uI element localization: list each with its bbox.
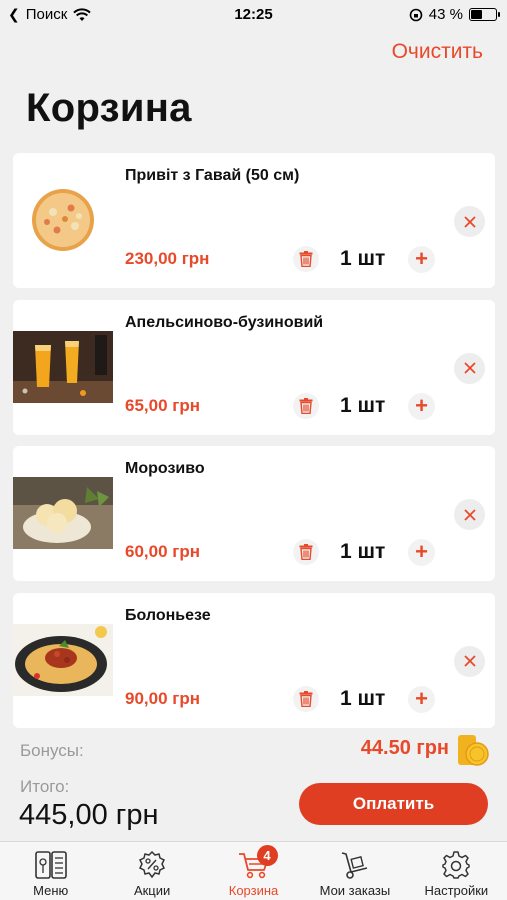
- tab-settings-label: Настройки: [424, 883, 489, 898]
- trash-button[interactable]: [293, 539, 319, 565]
- item-price: 60,00 грн: [125, 542, 200, 561]
- tab-cart-label: Корзина: [228, 883, 279, 898]
- plus-icon: +: [415, 685, 428, 711]
- trash-icon: [299, 544, 313, 560]
- item-quantity: 1 шт: [340, 686, 386, 710]
- item-name: Болоньезе: [125, 606, 211, 624]
- cart-list: Привіт з Гавай (50 см) 230,00 грн 1 шт +: [13, 153, 495, 739]
- status-bar: ❮ Поиск 12:25 43 %: [0, 0, 507, 30]
- battery-icon: [469, 8, 500, 21]
- bonus-label: Бонусы:: [20, 741, 84, 760]
- hand-truck-icon: [341, 852, 368, 879]
- menu-book-icon: [34, 851, 67, 879]
- page-title: Корзина: [26, 86, 192, 130]
- item-price: 65,00 грн: [125, 395, 200, 415]
- total-label: Итого:: [20, 777, 70, 796]
- pay-button[interactable]: Оплатить: [299, 783, 488, 825]
- tab-menu[interactable]: Меню: [0, 842, 101, 900]
- cart-count-badge: 4: [256, 845, 278, 866]
- trash-icon: [299, 397, 313, 414]
- battery-percent: 43 %: [428, 6, 463, 23]
- pizza-image: [13, 184, 113, 256]
- trash-icon: [299, 690, 313, 707]
- coins-icon: [458, 735, 489, 766]
- plus-button[interactable]: +: [408, 539, 435, 566]
- trash-button[interactable]: [293, 392, 319, 419]
- plus-button[interactable]: +: [408, 685, 435, 713]
- close-icon: [463, 215, 476, 228]
- remove-item-button[interactable]: [454, 645, 485, 677]
- cart-item: Апельсиново-бузиновий 65,00 грн 1 шт +: [13, 299, 495, 435]
- discount-icon: [139, 850, 166, 879]
- tab-promotions[interactable]: Акции: [101, 842, 202, 900]
- item-quantity: 1 шт: [340, 247, 386, 270]
- trash-icon: [299, 251, 313, 267]
- plus-button[interactable]: +: [408, 392, 435, 420]
- cart-item: Привіт з Гавай (50 см) 230,00 грн 1 шт +: [13, 153, 495, 288]
- close-icon: [463, 362, 476, 374]
- remove-item-button[interactable]: [454, 352, 485, 384]
- cart-item: Болоньезе 90,00 грн 1 шт +: [13, 592, 495, 728]
- close-icon: [463, 655, 476, 667]
- tab-my-orders-label: Мои заказы: [319, 883, 391, 898]
- remove-item-button[interactable]: [454, 206, 485, 237]
- item-quantity: 1 шт: [340, 393, 386, 417]
- plus-button[interactable]: +: [408, 246, 435, 273]
- item-price: 90,00 грн: [125, 688, 200, 708]
- tab-bar: Меню Акции 4 Корзина Мои заказы Настройк…: [0, 841, 507, 900]
- item-name: Морозиво: [125, 460, 205, 477]
- item-quantity: 1 шт: [340, 540, 386, 563]
- tab-menu-label: Меню: [33, 883, 69, 898]
- total-value: 445,00 грн: [19, 799, 159, 831]
- trash-button[interactable]: [293, 685, 319, 712]
- tab-settings[interactable]: Настройки: [406, 842, 507, 900]
- tab-my-orders[interactable]: Мои заказы: [304, 842, 405, 900]
- ice-cream-image: [13, 477, 113, 549]
- bonus-value: 44.50 грн: [360, 737, 449, 759]
- item-name: Привіт з Гавай (50 см): [125, 167, 300, 184]
- plus-icon: +: [415, 246, 428, 271]
- rotation-lock-icon: [409, 8, 423, 21]
- item-price: 230,00 грн: [125, 249, 210, 268]
- spaghetti-image: [13, 623, 113, 696]
- trash-button[interactable]: [293, 246, 319, 272]
- item-name: Апельсиново-бузиновий: [125, 313, 324, 331]
- plus-icon: +: [415, 539, 428, 564]
- clear-cart-button[interactable]: Очистить: [392, 40, 483, 64]
- close-icon: [463, 508, 476, 521]
- cart-item: Морозиво 60,00 грн 1 шт +: [13, 446, 495, 581]
- remove-item-button[interactable]: [454, 499, 485, 530]
- orange-drink-image: [13, 330, 113, 403]
- gear-icon: [442, 851, 471, 879]
- plus-icon: +: [415, 392, 428, 418]
- tab-promotions-label: Акции: [133, 883, 171, 898]
- tab-cart[interactable]: 4 Корзина: [203, 842, 304, 900]
